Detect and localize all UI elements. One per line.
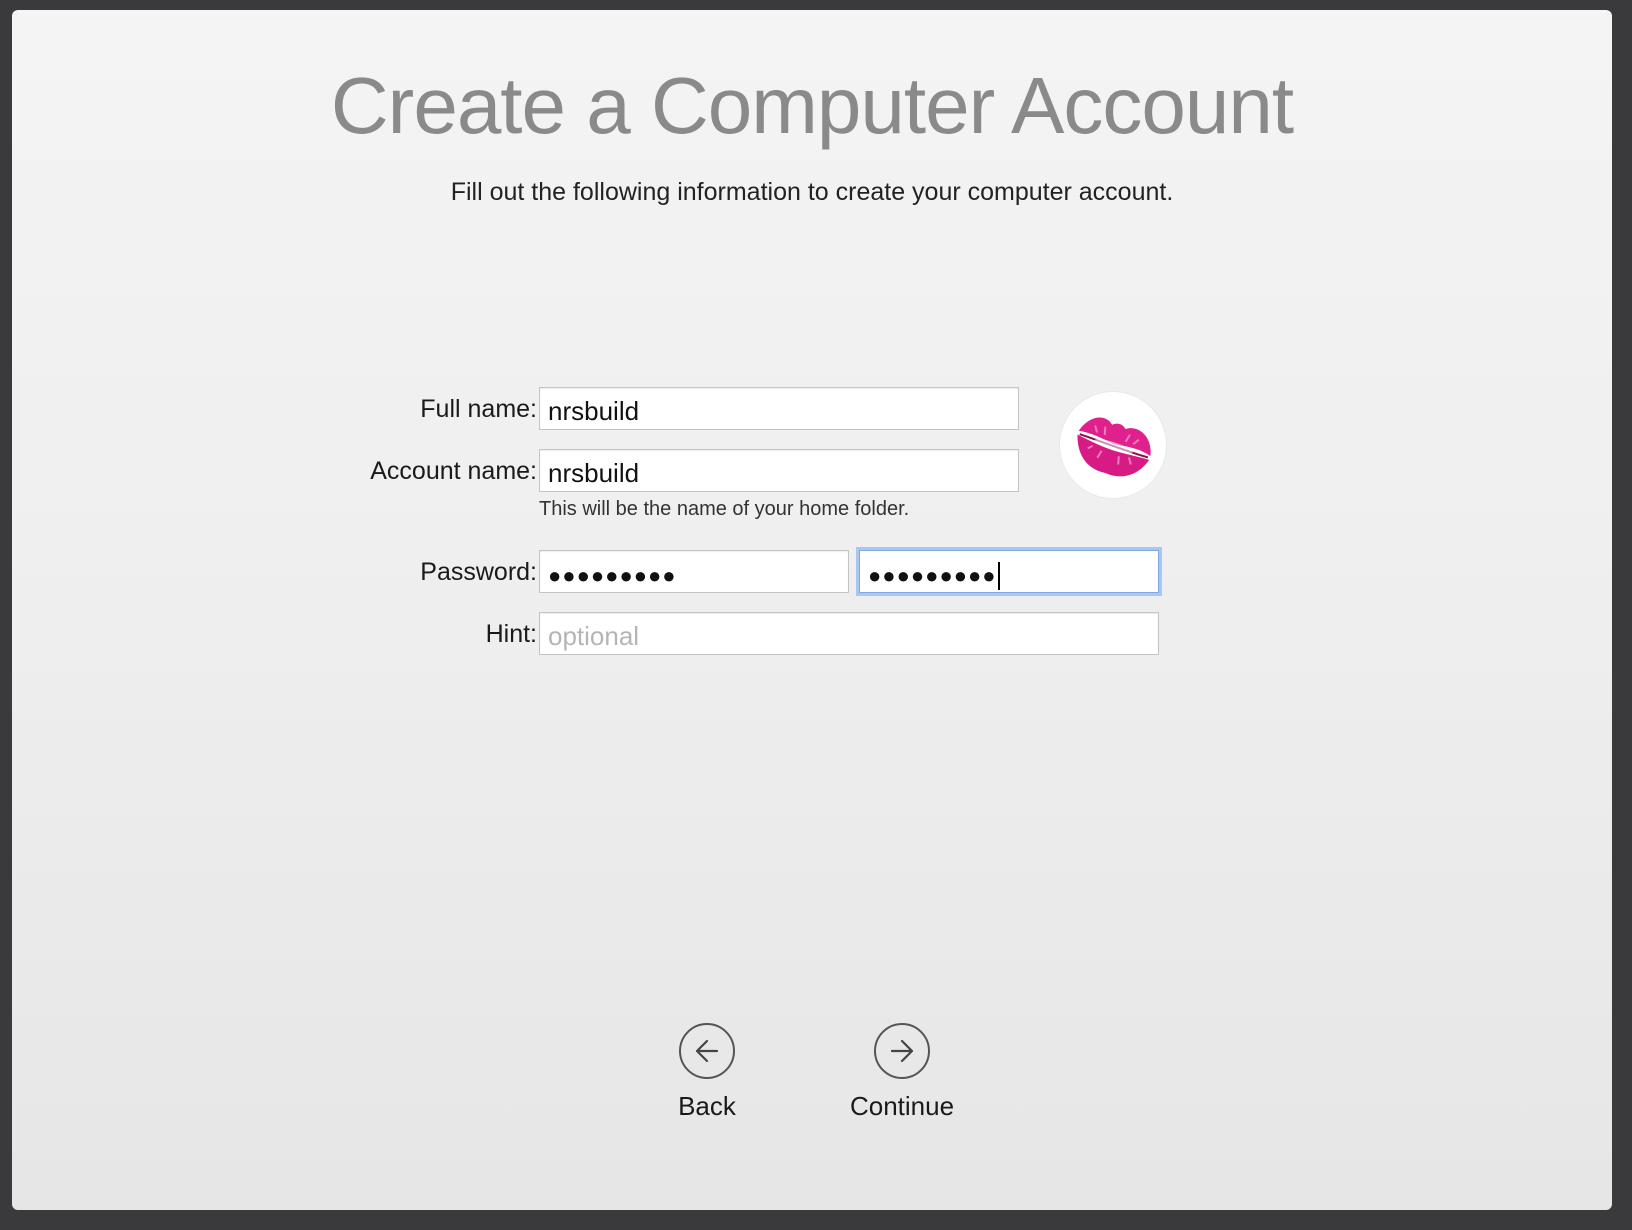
user-picture-button[interactable] xyxy=(1060,392,1166,498)
lips-kiss-icon xyxy=(1077,417,1151,477)
setup-window: Create a Computer Account Fill out the f… xyxy=(12,10,1612,1210)
password-value: ●●●●●●●●● xyxy=(548,563,677,588)
page-subtitle: Fill out the following information to cr… xyxy=(450,178,1174,206)
arrow-left-icon xyxy=(695,1039,719,1063)
hint-field[interactable]: optional xyxy=(539,612,1159,655)
verify-password-field[interactable]: ●●●●●●●●● xyxy=(859,550,1159,593)
text-cursor xyxy=(997,562,1000,591)
password-label: Password: xyxy=(420,558,537,586)
continue-circle xyxy=(874,1023,930,1079)
account-name-hint: This will be the name of your home folde… xyxy=(539,498,910,520)
full-name-label: Full name: xyxy=(420,395,537,423)
back-circle xyxy=(679,1023,735,1079)
continue-button[interactable]: Continue xyxy=(837,1023,967,1122)
continue-label: Continue xyxy=(849,1091,955,1121)
full-name-value: nrsbuild xyxy=(548,396,640,426)
hint-placeholder: optional xyxy=(548,621,640,651)
full-name-field[interactable]: nrsbuild xyxy=(539,387,1019,430)
hint-label: Hint: xyxy=(485,620,537,648)
verify-password-value: ●●●●●●●●● xyxy=(868,563,997,588)
account-name-value: nrsbuild xyxy=(548,458,640,488)
page-title: Create a Computer Account xyxy=(330,61,1294,150)
arrow-right-icon xyxy=(890,1039,914,1063)
account-name-label: Account name: xyxy=(370,457,537,485)
password-field[interactable]: ●●●●●●●●● xyxy=(539,550,849,593)
back-label: Back xyxy=(678,1091,736,1121)
back-button[interactable]: Back xyxy=(662,1023,752,1122)
account-name-field[interactable]: nrsbuild xyxy=(539,449,1019,492)
